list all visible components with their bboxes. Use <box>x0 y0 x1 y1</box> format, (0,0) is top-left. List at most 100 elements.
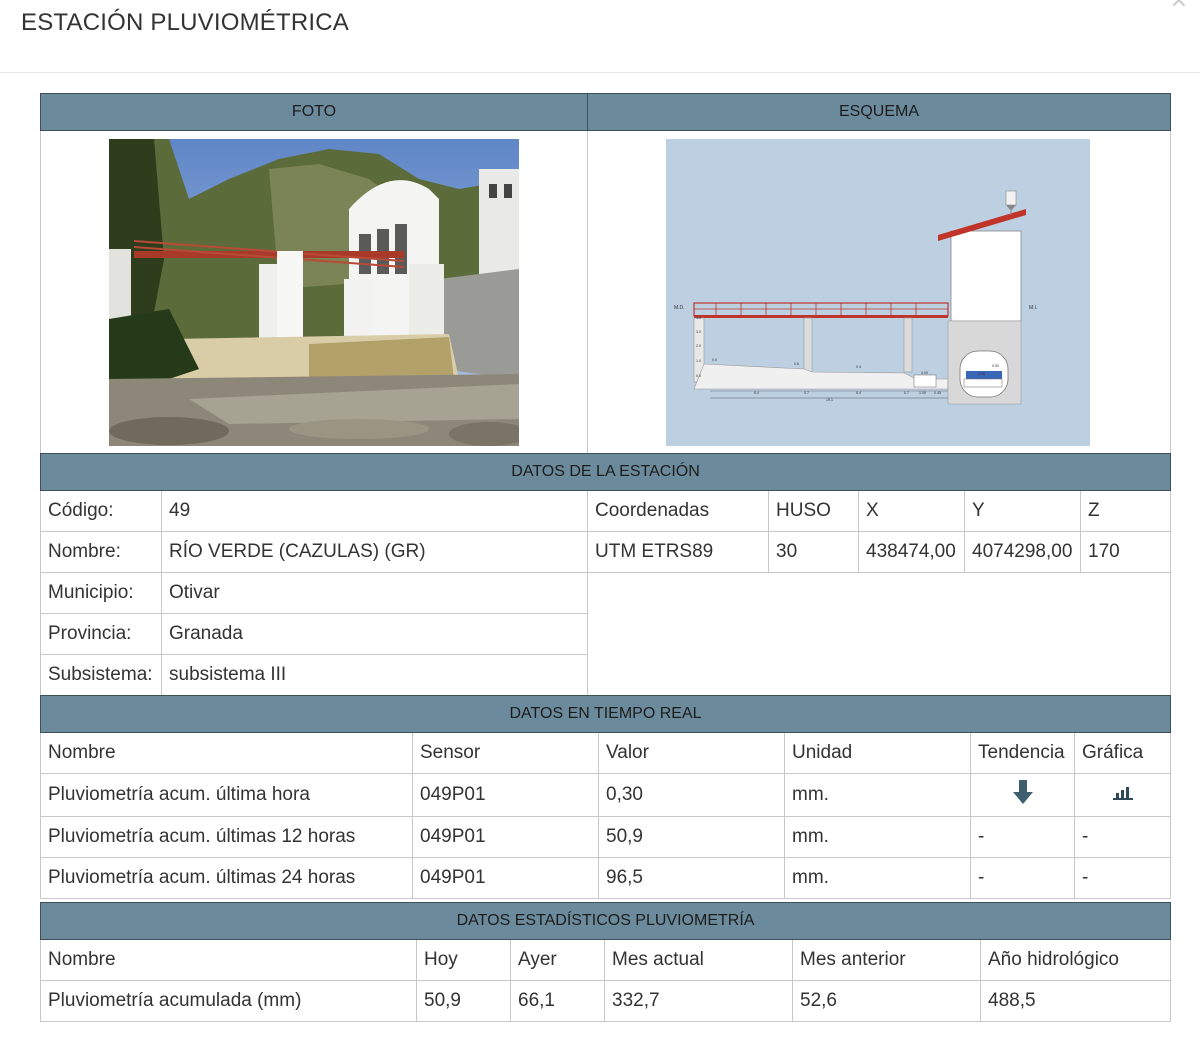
coords-header-coordenadas: Coordenadas <box>587 490 769 532</box>
header-foto: FOTO <box>40 93 588 131</box>
stats-mes-anterior: 52,6 <box>792 980 981 1022</box>
header-datos-estacion: DATOS DE LA ESTACIÓN <box>39 453 1172 491</box>
tendencia-cell <box>970 773 1075 817</box>
provincia-label: Provincia: <box>40 613 162 655</box>
stats-hoy: 50,9 <box>416 980 511 1022</box>
coords-header-z: Z <box>1079 490 1172 532</box>
nombre-label: Nombre: <box>40 531 162 573</box>
station-data-table: DATOS DE LA ESTACIÓN Código: 49 Coordena… <box>39 453 1172 696</box>
row-valor: 50,9 <box>598 816 785 858</box>
schema-gauge-1: 0.0 <box>712 358 717 362</box>
header-esquema: ESQUEMA <box>587 93 1171 131</box>
schema-dim-6: 0.45 <box>934 391 941 395</box>
table-row: Pluviometría acum. últimas 24 horas 049P… <box>40 857 1172 899</box>
municipio-value: Otivar <box>161 572 588 614</box>
coords-system: UTM ETRS89 <box>587 531 769 573</box>
modal-title: ESTACIÓN PLUVIOMÉTRICA <box>21 9 350 36</box>
schema-gauge-5: 0.55 <box>978 372 985 376</box>
col-grafica: Gráfica <box>1073 732 1172 774</box>
schema-gauge-2: 0.6 <box>794 362 799 366</box>
row-sensor: 049P01 <box>412 857 599 899</box>
stats-col-hoy: Hoy <box>416 939 511 981</box>
nombre-value: RÍO VERDE (CAZULAS) (GR) <box>161 531 588 573</box>
arrow-down-icon <box>1012 780 1033 804</box>
coords-x: 438474,00 <box>858 531 965 573</box>
coords-y: 4074298,00 <box>964 531 1081 573</box>
schema-total: 19.1 <box>826 398 833 402</box>
schema-dim-1: 8.4 <box>754 391 759 395</box>
schema-dim-3: 8.4 <box>856 391 861 395</box>
row-unidad: mm. <box>784 773 971 817</box>
table-row: Pluviometría acum. últimas 12 horas 049P… <box>40 816 1172 858</box>
row-valor: 0,30 <box>598 773 785 817</box>
schema-label-md: M.D. <box>674 305 685 311</box>
schema-dim-2: 0.7 <box>804 391 809 395</box>
schema-gauge-3: 0.4 <box>856 365 861 369</box>
realtime-table: DATOS EN TIEMPO REAL Nombre Sensor Valor… <box>39 695 1172 899</box>
grafica-cell <box>1073 773 1172 817</box>
stats-mes-actual: 332,7 <box>604 980 793 1022</box>
col-nombre: Nombre <box>40 732 413 774</box>
photo-cell <box>40 130 588 454</box>
images-table: FOTO ESQUEMA M.D. M.I. 4.0 3.0 2.0 1.0 0… <box>40 93 1171 454</box>
row-grafica: - <box>1073 816 1172 858</box>
schema-dim-5: 1.05 <box>919 391 926 395</box>
station-schema-diagram: M.D. M.I. 4.0 3.0 2.0 1.0 0.0 0.0 0.6 0.… <box>666 139 1090 446</box>
row-nombre: Pluviometría acum. última hora <box>40 773 413 817</box>
municipio-label: Municipio: <box>40 572 162 614</box>
empty-area <box>586 572 1172 696</box>
stats-col-mes-anterior: Mes anterior <box>792 939 981 981</box>
schema-label-mi: M.I. <box>1029 305 1037 311</box>
coords-header-x: X <box>858 490 965 532</box>
table-row: Pluviometría acumulada (mm) 50,9 66,1 33… <box>40 980 1172 1022</box>
row-nombre: Pluviometría acum. últimas 24 horas <box>40 857 413 899</box>
table-row: Pluviometría acum. última hora 049P01 0,… <box>40 773 1172 817</box>
coords-huso: 30 <box>768 531 859 573</box>
row-sensor: 049P01 <box>412 816 599 858</box>
row-unidad: mm. <box>784 816 971 858</box>
coords-header-huso: HUSO <box>768 490 859 532</box>
row-tendencia: - <box>970 857 1075 899</box>
row-valor: 96,5 <box>598 857 785 899</box>
schema-level-2: 3.0 <box>696 330 701 334</box>
stats-ano-hidrologico: 488,5 <box>979 980 1172 1022</box>
station-content: FOTO ESQUEMA M.D. M.I. 4.0 3.0 2.0 1.0 0… <box>39 93 1172 1022</box>
schema-gauge-6: 0.00 <box>921 371 928 375</box>
stats-table: DATOS ESTADÍSTICOS PLUVIOMETRÍA Nombre H… <box>39 902 1172 1022</box>
close-button[interactable]: × <box>1170 0 1188 12</box>
provincia-value: Granada <box>161 613 588 655</box>
coords-z: 170 <box>1079 531 1172 573</box>
col-unidad: Unidad <box>784 732 971 774</box>
stats-col-mes-actual: Mes actual <box>604 939 793 981</box>
stats-col-ano-hidrologico: Año hidrológico <box>979 939 1172 981</box>
row-nombre: Pluviometría acum. últimas 12 horas <box>40 816 413 858</box>
col-valor: Valor <box>598 732 785 774</box>
stats-col-ayer: Ayer <box>510 939 605 981</box>
header-tiempo-real: DATOS EN TIEMPO REAL <box>39 695 1172 733</box>
row-tendencia: - <box>970 816 1075 858</box>
schema-cell: M.D. M.I. 4.0 3.0 2.0 1.0 0.0 0.0 0.6 0.… <box>587 130 1171 454</box>
schema-level-3: 2.0 <box>696 344 701 348</box>
col-tendencia: Tendencia <box>970 732 1075 774</box>
coords-header-y: Y <box>964 490 1081 532</box>
modal-header: ESTACIÓN PLUVIOMÉTRICA × <box>0 0 1200 73</box>
schema-level-4: 1.0 <box>696 359 701 363</box>
schema-level-5: 0.0 <box>696 374 701 378</box>
col-sensor: Sensor <box>412 732 599 774</box>
row-sensor: 049P01 <box>412 773 599 817</box>
stats-nombre: Pluviometría acumulada (mm) <box>40 980 417 1022</box>
schema-dim-4: 0.7 <box>904 391 909 395</box>
codigo-label: Código: <box>40 490 162 532</box>
stats-col-nombre: Nombre <box>40 939 417 981</box>
codigo-value: 49 <box>161 490 588 532</box>
subsistema-value: subsistema III <box>161 654 588 696</box>
station-photo <box>109 139 519 446</box>
bar-chart-icon[interactable] <box>1112 786 1133 800</box>
stats-ayer: 66,1 <box>510 980 605 1022</box>
schema-gauge-4: 0.50 <box>992 364 999 368</box>
row-unidad: mm. <box>784 857 971 899</box>
header-estadisticos: DATOS ESTADÍSTICOS PLUVIOMETRÍA <box>39 902 1172 940</box>
subsistema-label: Subsistema: <box>40 654 162 696</box>
row-grafica: - <box>1073 857 1172 899</box>
schema-level-1: 4.0 <box>696 316 701 320</box>
